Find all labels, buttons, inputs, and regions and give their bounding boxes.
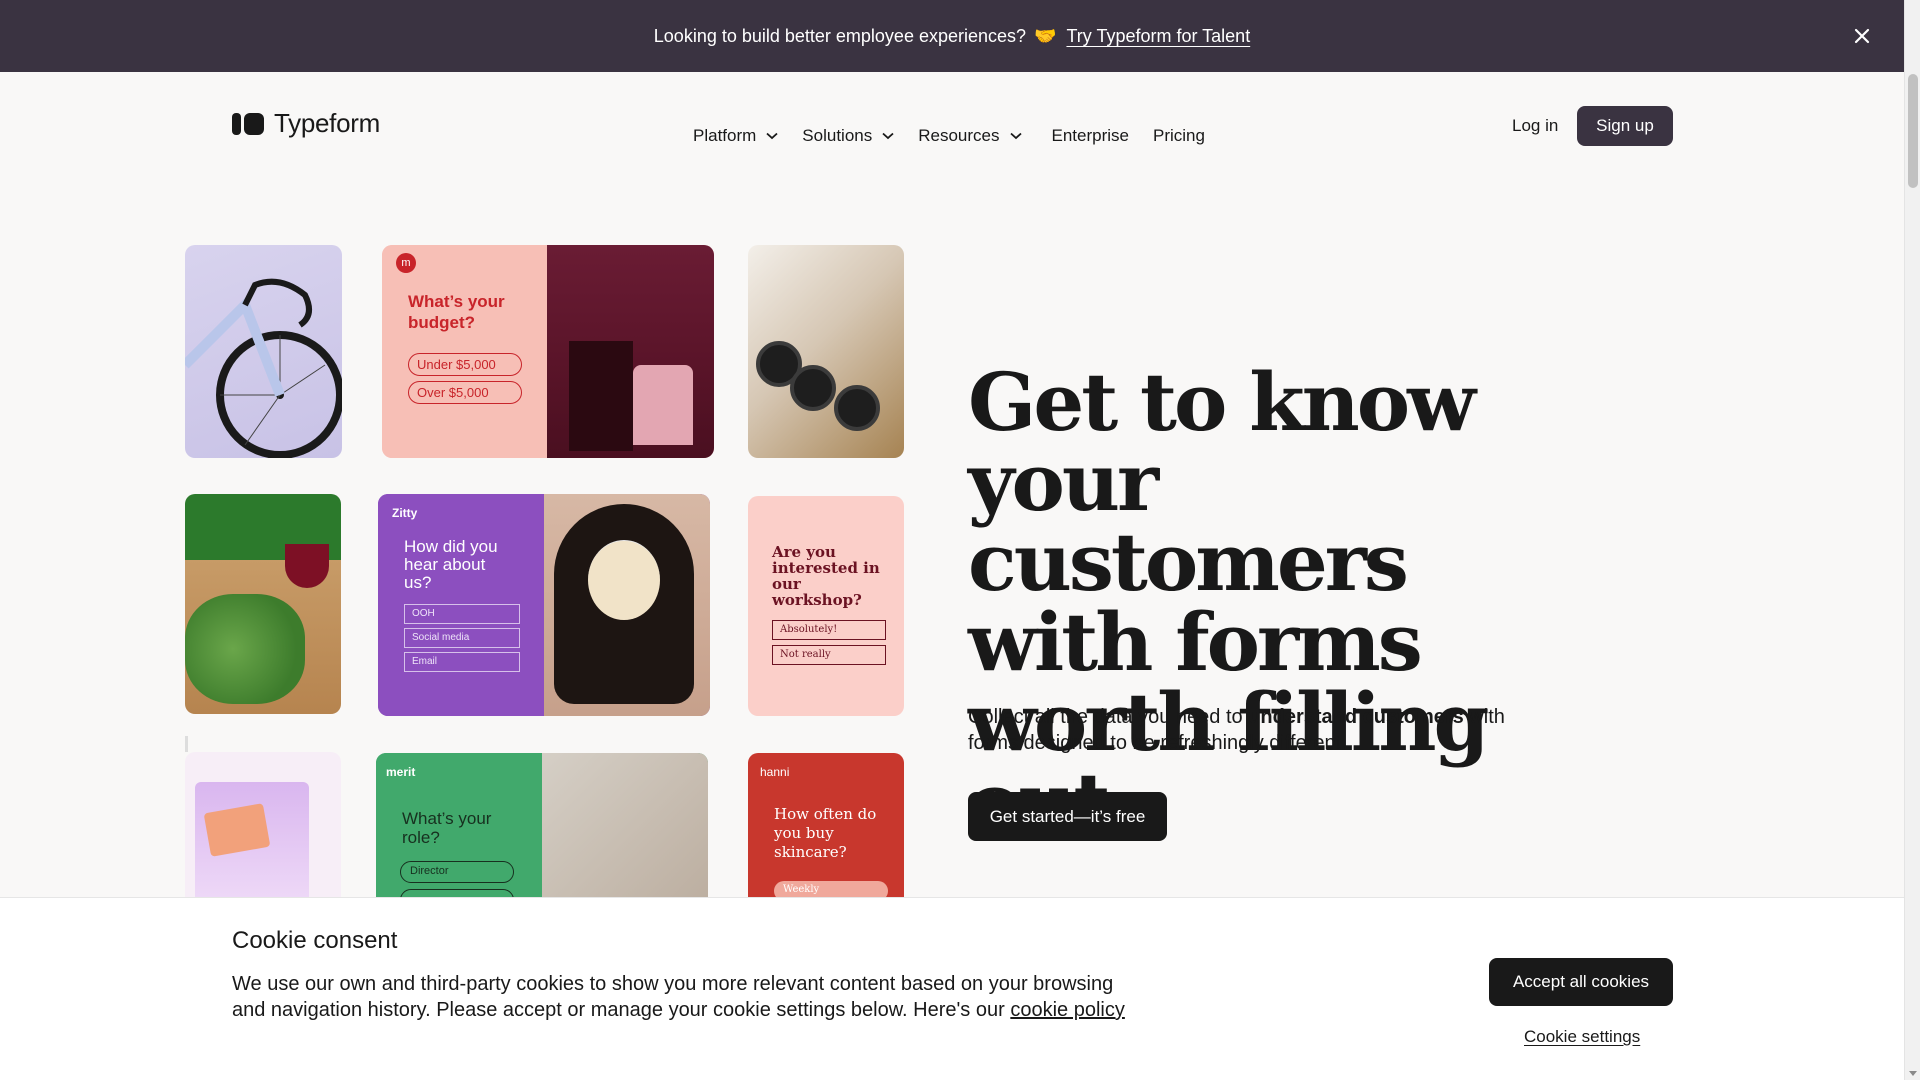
hanni-form-card: hanni How often do you buy skincare? Wee…	[748, 753, 904, 900]
subtitle-text: Collect all the data you need to	[968, 706, 1249, 728]
login-link[interactable]: Log in	[1512, 116, 1558, 136]
page-scrollbar[interactable]	[1904, 0, 1920, 1080]
site-header: Typeform Platform Solutions Resources En…	[0, 72, 1904, 182]
chevron-down-icon	[766, 132, 778, 140]
bike-image-card	[185, 245, 342, 458]
bicycle-image	[185, 278, 342, 458]
get-started-button[interactable]: Get started—it’s free	[968, 792, 1167, 841]
option-pill: Over $5,000	[408, 381, 522, 404]
option-box: Not really	[772, 645, 886, 665]
nav-item-platform[interactable]: Platform	[693, 126, 778, 146]
chevron-down-icon	[1009, 132, 1022, 140]
card-brand: hanni	[760, 765, 790, 779]
cookie-settings-link[interactable]: Cookie settings	[1524, 1027, 1640, 1047]
zitty-form-card: Zitty How did you hear about us? OOH Soc…	[378, 494, 710, 716]
nav-label: Resources	[918, 126, 1000, 145]
email-image-card	[185, 752, 341, 900]
option-pill: Under $5,000	[408, 353, 522, 376]
subtitle-emphasis: understand customers	[1248, 706, 1464, 728]
nav-label: Enterprise	[1051, 126, 1129, 145]
handshake-emoji: 🤝	[1034, 25, 1057, 46]
scrollbar-thumb[interactable]	[1908, 74, 1918, 188]
announcement-banner: Looking to build better employee experie…	[0, 0, 1904, 72]
cookie-body: We use our own and third-party cookies t…	[232, 971, 1132, 1023]
workshop-form-card: Are you interested in our workshop? Abso…	[748, 496, 904, 716]
form-examples-collage: m What’s your budget? Under $5,000 Over …	[185, 240, 904, 900]
brand-badge: m	[396, 253, 416, 273]
main-nav: Platform Solutions Resources Enterprise …	[693, 126, 1229, 146]
coffee-image	[542, 753, 708, 900]
cookie-consent-banner: Cookie consent We use our own and third-…	[0, 897, 1904, 1080]
option-box: Absolutely!	[772, 620, 886, 640]
nav-item-pricing[interactable]: Pricing	[1153, 126, 1205, 146]
typeform-logo-icon	[232, 112, 264, 135]
card-brand: Zitty	[392, 506, 418, 520]
option-box: OOH	[404, 604, 520, 624]
nav-item-solutions[interactable]: Solutions	[802, 126, 894, 146]
banner-message: Looking to build better employee experie…	[653, 25, 1027, 46]
nav-item-resources[interactable]: Resources	[918, 126, 1022, 146]
hero-title: Get to know your customers with forms wo…	[968, 355, 1489, 842]
cookie-body-text: We use our own and third-party cookies t…	[232, 973, 1114, 1021]
option-box: Social media	[404, 628, 520, 648]
dumbbells-image-card	[748, 245, 904, 458]
card-question: How did you hear about us?	[404, 537, 498, 592]
cookie-title: Cookie consent	[232, 927, 398, 954]
cookie-policy-link[interactable]: cookie policy	[1010, 999, 1125, 1021]
budget-form-card: m What’s your budget? Under $5,000 Over …	[382, 245, 714, 458]
divider	[185, 736, 188, 752]
card-question: What’s your budget?	[408, 292, 505, 332]
typeform-logo[interactable]: Typeform	[232, 108, 380, 139]
card-question: What’s your role?	[402, 809, 492, 847]
option-pill: Director	[400, 861, 514, 883]
option-box: Email	[404, 652, 520, 672]
hero-subtitle: Collect all the data you need to underst…	[968, 704, 1528, 756]
accept-cookies-button[interactable]: Accept all cookies	[1489, 958, 1673, 1006]
nav-label: Platform	[693, 126, 757, 145]
scroll-down-arrow-icon[interactable]	[1909, 1071, 1917, 1076]
chevron-down-icon	[882, 132, 894, 140]
logo-text: Typeform	[274, 108, 380, 138]
card-question: How often do you buy skincare?	[774, 805, 877, 861]
banner-link[interactable]: Try Typeform for Talent	[1066, 26, 1250, 47]
furniture-image	[547, 245, 714, 458]
portrait-image	[544, 494, 710, 716]
salad-image-card	[185, 494, 341, 714]
merit-form-card: merit What’s your role? Director	[376, 753, 708, 900]
signup-button[interactable]: Sign up	[1577, 106, 1673, 146]
card-brand: merit	[386, 765, 416, 779]
nav-label: Pricing	[1152, 126, 1205, 145]
close-icon[interactable]	[1848, 22, 1876, 50]
nav-label: Solutions	[802, 126, 873, 145]
nav-item-enterprise[interactable]: Enterprise	[1052, 126, 1129, 146]
card-question: Are you interested in our workshop?	[772, 543, 880, 609]
